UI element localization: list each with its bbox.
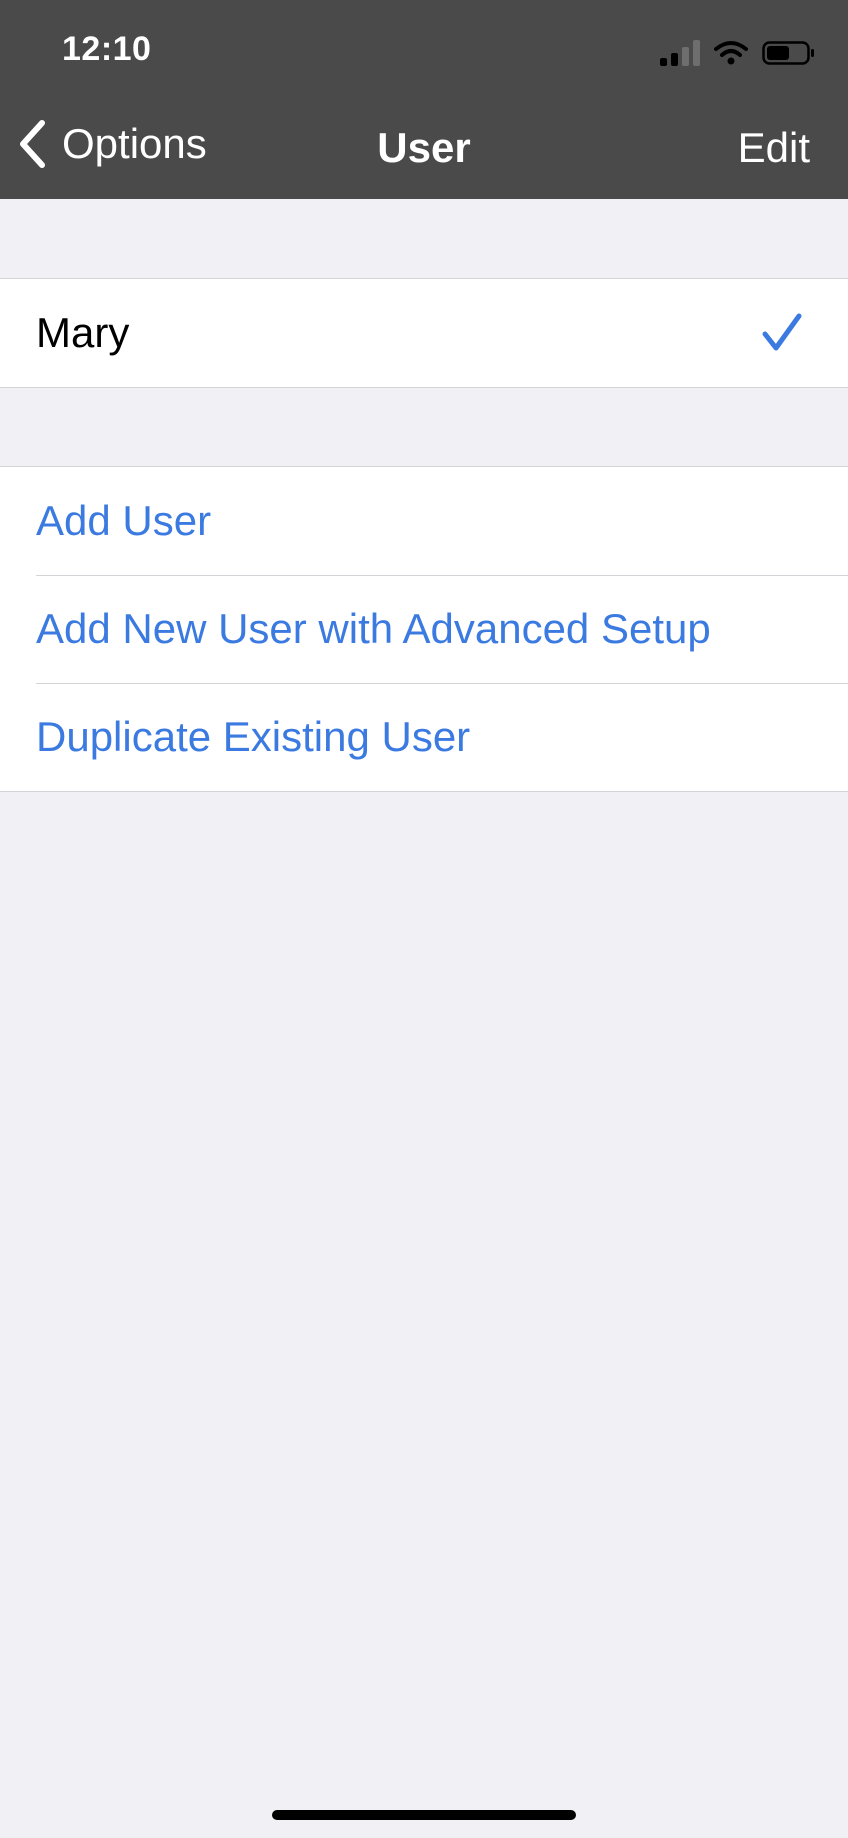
wifi-icon [714, 41, 748, 65]
user-name: Mary [36, 309, 130, 356]
user-actions: Add User Add New User with Advanced Setu… [0, 466, 848, 792]
edit-button[interactable]: Edit [738, 124, 810, 172]
add-user-label: Add User [36, 497, 212, 544]
status-icons [660, 38, 816, 68]
add-user-advanced-setup-label: Add New User with Advanced Setup [36, 605, 711, 652]
page-title: User [377, 124, 471, 171]
status-time: 12:10 [62, 30, 152, 68]
add-user-button[interactable]: Add User [0, 467, 848, 575]
user-list: Mary [0, 278, 848, 388]
checkmark-icon [762, 313, 802, 351]
home-indicator [272, 1810, 576, 1820]
duplicate-existing-user-button[interactable]: Duplicate Existing User [0, 683, 848, 791]
navigation-header: 12:10 Options User Edit [0, 0, 848, 199]
battery-icon [762, 41, 814, 65]
user-row-mary[interactable]: Mary [0, 279, 848, 387]
duplicate-existing-user-label: Duplicate Existing User [36, 713, 471, 760]
add-user-advanced-setup-button[interactable]: Add New User with Advanced Setup [0, 575, 848, 683]
cellular-signal-icon [660, 40, 700, 66]
